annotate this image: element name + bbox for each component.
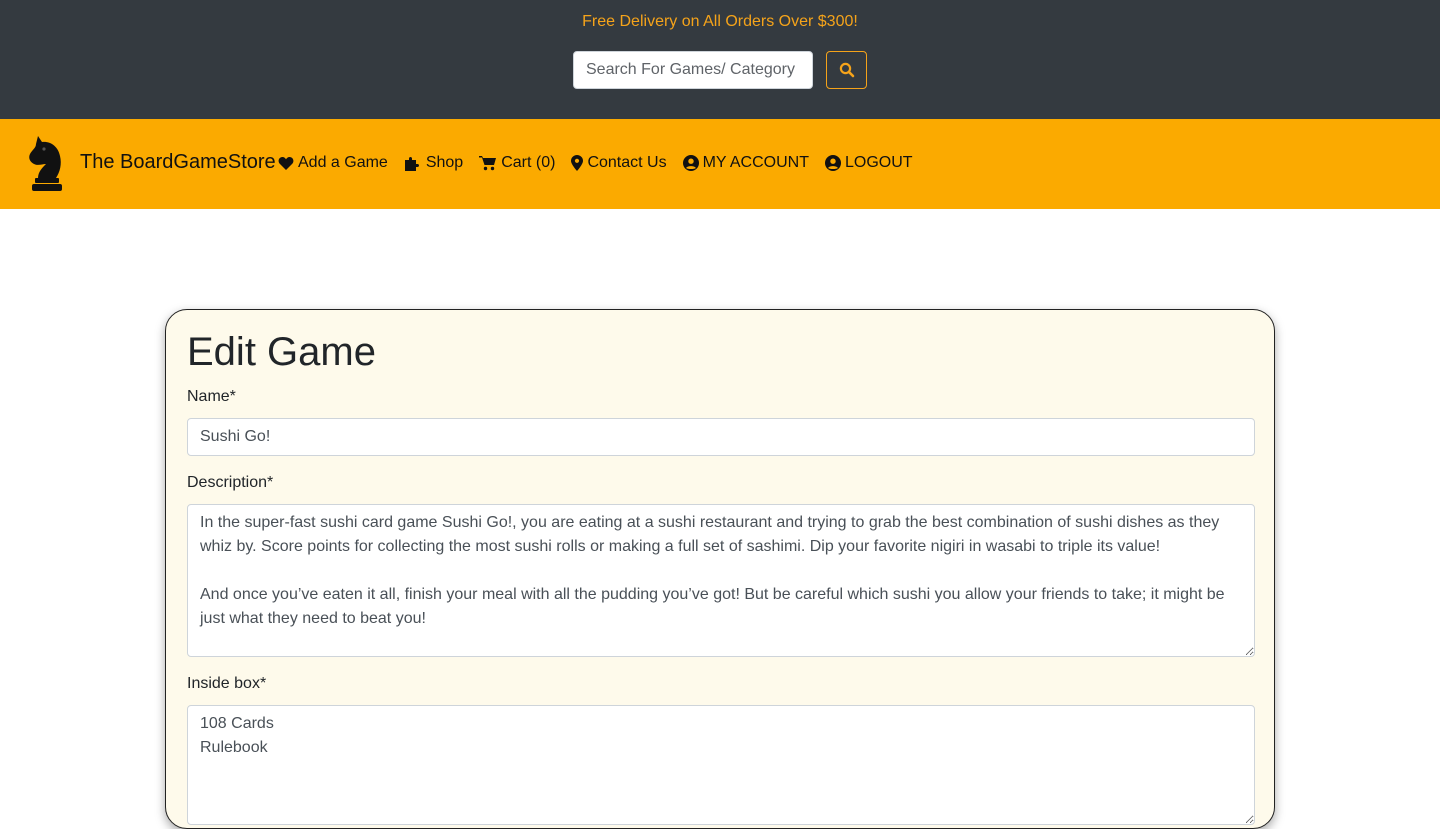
nav-cart-label: Cart (0): [501, 154, 556, 171]
nav-logout-label: LOGOUT: [844, 154, 913, 171]
heart-icon: [278, 156, 294, 170]
user-circle-icon: [682, 155, 699, 171]
inside-box-textarea[interactable]: 108 Cards Rulebook: [187, 705, 1255, 825]
edit-game-card: Edit Game Name* Description* In the supe…: [165, 309, 1275, 829]
name-input[interactable]: [187, 418, 1255, 456]
nav-cart[interactable]: Cart (0): [479, 152, 555, 174]
cart-icon: [479, 156, 497, 171]
inside-box-label: Inside box*: [187, 675, 267, 692]
nav-links: Add a Game Shop Cart (0) Contact Us MY A…: [278, 152, 929, 174]
nav-shop-label: Shop: [425, 154, 464, 171]
nav-add-game[interactable]: Add a Game: [278, 152, 388, 174]
search-button[interactable]: [826, 51, 867, 89]
promo-text: Free Delivery on All Orders Over $300!: [582, 13, 858, 30]
search-input[interactable]: [573, 51, 813, 89]
top-banner: Free Delivery on All Orders Over $300!: [0, 0, 1440, 119]
nav-contact[interactable]: Contact Us: [571, 152, 667, 174]
description-label: Description*: [187, 474, 274, 491]
nav-my-account[interactable]: MY ACCOUNT: [682, 152, 809, 174]
nav-logout[interactable]: LOGOUT: [824, 152, 913, 174]
search-form: [573, 51, 867, 89]
name-label: Name*: [187, 388, 236, 405]
chess-knight-icon[interactable]: [24, 132, 68, 194]
map-pin-icon: [571, 155, 584, 171]
search-icon: [839, 62, 854, 78]
nav-my-account-label: MY ACCOUNT: [702, 154, 809, 171]
brand-name[interactable]: The BoardGameStore: [80, 151, 276, 174]
nav-shop[interactable]: Shop: [404, 152, 463, 174]
user-circle-icon: [824, 155, 841, 171]
nav-add-game-label: Add a Game: [298, 154, 388, 171]
nav-contact-label: Contact Us: [587, 154, 667, 171]
puzzle-icon: [404, 157, 419, 171]
description-textarea[interactable]: In the super-fast sushi card game Sushi …: [187, 504, 1255, 657]
page-title: Edit Game: [187, 330, 376, 374]
